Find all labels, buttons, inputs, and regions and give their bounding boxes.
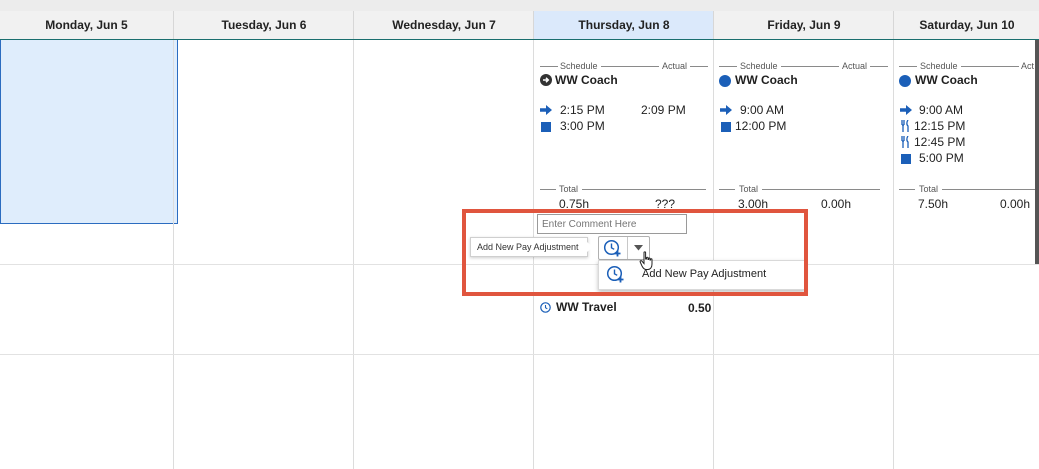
schedule-divider [899,66,917,67]
grid-column-line [893,40,894,469]
saturday-meal-out[interactable]: 12:15 PM [914,119,965,133]
thursday-in-time[interactable]: 2:15 PM [560,103,605,117]
shift-dot-icon [899,75,911,87]
day-header-saturday[interactable]: Saturday, Jun 10 [893,11,1039,39]
travel-amount[interactable]: 0.50 [688,301,711,315]
employee-job-name[interactable]: WW Coach [555,73,618,87]
punch-in-arrow-icon [720,105,732,115]
grid-column-line [173,40,174,469]
day-header-thursday[interactable]: Thursday, Jun 8 [533,11,714,39]
punch-in-arrow-icon [540,105,552,115]
day-header-tuesday[interactable]: Tuesday, Jun 6 [173,11,354,39]
travel-pay-code[interactable]: WW Travel [556,300,617,314]
schedule-divider [601,66,659,67]
actual-label: Actual [842,61,868,71]
saturday-in-time[interactable]: 9:00 AM [919,103,963,117]
saturday-total-actual: 0.00h [1000,197,1031,211]
schedule-divider [719,66,737,67]
punch-out-square-icon [541,122,551,132]
thursday-out-time[interactable]: 3:00 PM [560,119,605,133]
day-header-wednesday[interactable]: Wednesday, Jun 7 [353,11,534,39]
schedule-label: Schedule [560,61,598,71]
clock-icon [540,302,551,313]
schedule-divider [540,66,558,67]
total-divider [899,189,915,190]
day-header-row: Monday, Jun 5 Tuesday, Jun 6 Wednesday, … [0,11,1039,40]
day-header-friday[interactable]: Friday, Jun 9 [713,11,894,39]
punch-in-arrow-icon [900,105,912,115]
employee-job-name[interactable]: WW Coach [915,73,978,87]
day-header-monday[interactable]: Monday, Jun 5 [0,11,173,39]
total-divider [540,189,556,190]
schedule-divider [690,66,708,67]
annotation-highlight-box [462,209,808,296]
actual-label: Act [1021,61,1035,71]
shift-dot-icon [719,75,731,87]
meal-utensils-icon [901,120,909,132]
schedule-divider [781,66,839,67]
employee-job-name[interactable]: WW Coach [735,73,798,87]
punch-out-square-icon [901,154,911,164]
saturday-total-schedule: 7.50h [918,197,949,211]
scrollbar-edge[interactable] [1035,40,1039,264]
total-divider [942,189,1035,190]
grid-column-line [353,40,354,469]
actual-label: Actual [662,61,688,71]
total-divider [719,189,735,190]
schedule-label: Schedule [920,61,958,71]
meal-utensils-icon [901,136,909,148]
grid-row-line [0,354,1039,355]
friday-out-time[interactable]: 12:00 PM [735,119,786,133]
total-label: Total [559,184,579,194]
saturday-meal-in[interactable]: 12:45 PM [914,135,965,149]
total-divider [762,189,880,190]
punch-out-square-icon [721,122,731,132]
arrow-circle-icon [540,74,552,86]
schedule-divider [870,66,888,67]
total-label: Total [739,184,759,194]
schedule-label: Schedule [740,61,778,71]
schedule-divider [961,66,1019,67]
friday-total-actual: 0.00h [821,197,852,211]
saturday-out-time[interactable]: 5:00 PM [919,151,964,165]
total-divider [582,189,706,190]
friday-in-time[interactable]: 9:00 AM [740,103,784,117]
top-toolbar-strip [0,0,1039,11]
thursday-in-actual[interactable]: 2:09 PM [641,103,686,117]
total-label: Total [919,184,939,194]
